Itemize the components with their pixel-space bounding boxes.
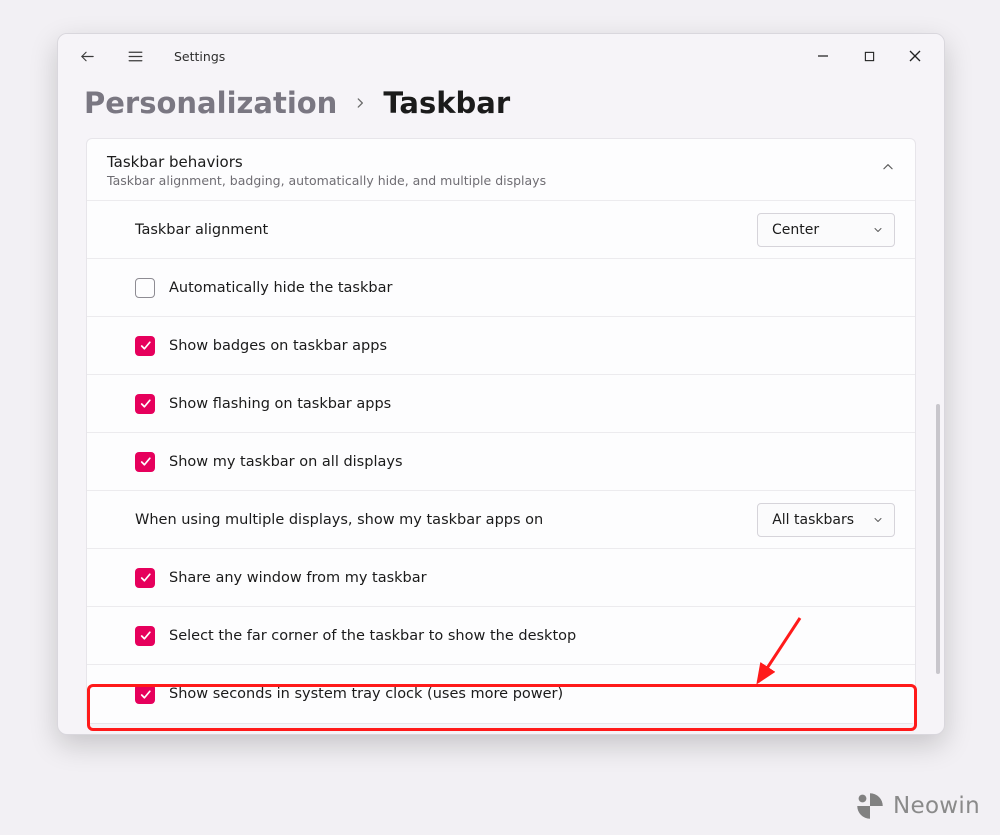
watermark: Neowin — [855, 791, 980, 821]
checkbox-checked[interactable] — [135, 684, 155, 704]
check-icon — [139, 455, 152, 468]
row-show-seconds[interactable]: Show seconds in system tray clock (uses … — [87, 665, 915, 723]
panel-subtitle: Taskbar alignment, badging, automaticall… — [107, 173, 881, 188]
row-label: Taskbar alignment — [135, 222, 757, 238]
check-icon — [139, 339, 152, 352]
check-icon — [139, 571, 152, 584]
close-button[interactable] — [892, 40, 938, 72]
chevron-right-icon — [353, 91, 367, 115]
back-button[interactable] — [72, 41, 102, 71]
check-icon — [139, 629, 152, 642]
scrollbar[interactable] — [936, 404, 940, 674]
row-label: Share any window from my taskbar — [169, 570, 895, 586]
panel-title: Taskbar behaviors — [107, 153, 881, 171]
row-label: Show seconds in system tray clock (uses … — [169, 686, 895, 702]
row-far-corner[interactable]: Select the far corner of the taskbar to … — [87, 607, 915, 665]
checkbox-checked[interactable] — [135, 626, 155, 646]
row-label: Select the far corner of the taskbar to … — [169, 628, 895, 644]
row-autohide[interactable]: Automatically hide the taskbar — [87, 259, 915, 317]
row-label: Show badges on taskbar apps — [169, 338, 895, 354]
dropdown-value: Center — [772, 222, 819, 238]
collapse-icon — [881, 153, 895, 178]
row-share-window[interactable]: Share any window from my taskbar — [87, 549, 915, 607]
row-label: Automatically hide the taskbar — [169, 280, 895, 296]
dropdown-value: All taskbars — [772, 512, 854, 528]
checkbox-checked[interactable] — [135, 568, 155, 588]
chevron-down-icon — [872, 514, 884, 526]
watermark-text: Neowin — [893, 793, 980, 819]
close-icon — [909, 50, 921, 62]
breadcrumb: Personalization Taskbar — [58, 78, 944, 138]
row-label: Show my taskbar on all displays — [169, 454, 895, 470]
row-flashing[interactable]: Show flashing on taskbar apps — [87, 375, 915, 433]
row-alignment: Taskbar alignment Center — [87, 201, 915, 259]
app-title: Settings — [174, 49, 225, 64]
check-icon — [139, 688, 152, 701]
content-area: Taskbar behaviors Taskbar alignment, bad… — [58, 138, 944, 734]
chevron-down-icon — [872, 224, 884, 236]
taskbar-behaviors-panel: Taskbar behaviors Taskbar alignment, bad… — [86, 138, 916, 724]
checkbox-checked[interactable] — [135, 336, 155, 356]
titlebar: Settings — [58, 34, 944, 78]
alignment-dropdown[interactable]: Center — [757, 213, 895, 247]
minimize-button[interactable] — [800, 40, 846, 72]
back-arrow-icon — [79, 48, 96, 65]
settings-window: Settings Personalization Taskbar T — [57, 33, 945, 735]
checkbox-checked[interactable] — [135, 394, 155, 414]
window-controls — [800, 40, 938, 72]
row-label: When using multiple displays, show my ta… — [135, 512, 757, 528]
panel-header[interactable]: Taskbar behaviors Taskbar alignment, bad… — [87, 139, 915, 201]
nav-menu-button[interactable] — [120, 41, 150, 71]
row-label: Show flashing on taskbar apps — [169, 396, 895, 412]
minimize-icon — [817, 50, 829, 62]
maximize-icon — [864, 51, 875, 62]
row-multi-displays: When using multiple displays, show my ta… — [87, 491, 915, 549]
hamburger-icon — [127, 48, 144, 65]
breadcrumb-root[interactable]: Personalization — [84, 86, 337, 120]
checkbox-unchecked[interactable] — [135, 278, 155, 298]
neowin-logo-icon — [855, 791, 885, 821]
checkbox-checked[interactable] — [135, 452, 155, 472]
multi-display-dropdown[interactable]: All taskbars — [757, 503, 895, 537]
row-all-displays[interactable]: Show my taskbar on all displays — [87, 433, 915, 491]
maximize-button[interactable] — [846, 40, 892, 72]
row-badges[interactable]: Show badges on taskbar apps — [87, 317, 915, 375]
check-icon — [139, 397, 152, 410]
breadcrumb-leaf: Taskbar — [383, 86, 510, 120]
